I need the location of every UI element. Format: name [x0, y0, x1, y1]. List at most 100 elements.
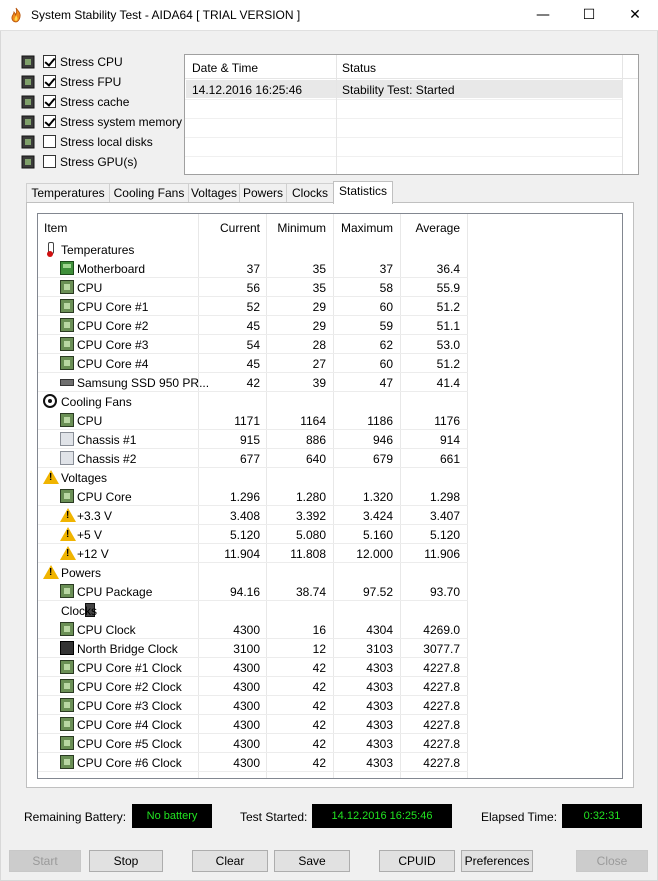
title-bar[interactable]: System Stability Test - AIDA64 [ TRIAL V…: [0, 0, 658, 31]
stress-checkbox[interactable]: [43, 55, 56, 68]
minimize-button[interactable]: —: [520, 0, 566, 30]
disk-icon: [20, 135, 36, 149]
minimum-value: 1.280: [295, 490, 326, 504]
minimum-value: 42: [312, 737, 326, 751]
table-row[interactable]: Chassis #1 915 886 946 914: [38, 430, 468, 449]
stress-option[interactable]: Stress CPU: [20, 52, 190, 72]
table-row[interactable]: Samsung SSD 950 PR... 42 39 47 41.4: [38, 373, 468, 392]
tab-temperatures[interactable]: Temperatures: [26, 183, 110, 203]
log-col-datetime[interactable]: Date & Time: [192, 61, 258, 75]
stop-button[interactable]: Stop: [89, 850, 163, 872]
sensor-name: CPU Core #1: [77, 300, 149, 314]
col-maximum[interactable]: Maximum: [333, 221, 393, 235]
table-row[interactable]: +5 V 5.120 5.080 5.160 5.120: [38, 525, 468, 544]
table-row[interactable]: Motherboard 37 35 37 36.4: [38, 259, 468, 278]
minimum-value: 35: [312, 262, 326, 276]
stress-checkbox[interactable]: [43, 95, 56, 108]
log-entry[interactable]: 14.12.2016 16:25:46 Stability Test: Star…: [186, 80, 623, 98]
current-value: 4300: [233, 756, 260, 770]
tab-cooling-fans[interactable]: Cooling Fans: [109, 183, 189, 203]
clear-button[interactable]: Clear: [192, 850, 268, 872]
table-row[interactable]: Chassis #2 677 640 679 661: [38, 449, 468, 468]
current-value: 4300: [233, 661, 260, 675]
table-row[interactable]: CPU Core #3 54 28 62 53.0: [38, 335, 468, 354]
cache-icon: [20, 95, 36, 109]
stress-option[interactable]: Stress local disks: [20, 132, 190, 152]
maximum-value: 60: [379, 300, 393, 314]
table-row[interactable]: +12 V 11.904 11.808 12.000 11.906: [38, 544, 468, 563]
stress-checkbox[interactable]: [43, 135, 56, 148]
sensor-name: Samsung SSD 950 PR...: [77, 376, 210, 390]
sensor-name: CPU Core #6 Clock: [77, 756, 182, 770]
table-row[interactable]: CPU Core #4 Clock 4300 42 4303 4227.8: [38, 715, 468, 734]
sensor-name: CPU Package: [77, 585, 153, 599]
table-row[interactable]: +3.3 V 3.408 3.392 3.424 3.407: [38, 506, 468, 525]
maximum-value: 1186: [367, 414, 393, 428]
tab-clocks[interactable]: Clocks: [286, 183, 334, 203]
current-value: 4300: [233, 623, 260, 637]
table-row[interactable]: CPU Core #2 45 29 59 51.1: [38, 316, 468, 335]
statistics-grid[interactable]: Item Current Minimum Maximum Average Tem…: [37, 213, 623, 779]
table-row[interactable]: CPU Core #2 Clock 4300 42 4303 4227.8: [38, 677, 468, 696]
preferences-button[interactable]: Preferences: [461, 850, 533, 872]
col-item[interactable]: Item: [44, 221, 67, 235]
log-column-divider: [336, 55, 337, 174]
stress-option[interactable]: Stress system memory: [20, 112, 190, 132]
table-row[interactable]: CPU Core #3 Clock 4300 42 4303 4227.8: [38, 696, 468, 715]
maximum-value: 12.000: [356, 547, 393, 561]
stress-option[interactable]: Stress GPU(s): [20, 152, 190, 172]
cpuid-button[interactable]: CPUID: [379, 850, 455, 872]
close-window-button[interactable]: ✕: [612, 0, 658, 30]
table-row[interactable]: CPU Core #6 Clock 4300 42 4303 4227.8: [38, 753, 468, 772]
maximize-button[interactable]: ☐: [566, 0, 612, 30]
current-value: 915: [239, 433, 260, 447]
current-value: 4300: [233, 699, 260, 713]
stress-checkbox[interactable]: [43, 155, 56, 168]
table-row[interactable]: CPU Core 1.296 1.280 1.320 1.298: [38, 487, 468, 506]
stress-option[interactable]: Stress cache: [20, 92, 190, 112]
tab-voltages[interactable]: Voltages: [188, 183, 240, 203]
group-row[interactable]: Voltages: [38, 468, 468, 487]
cpu-chip-icon: [20, 55, 36, 69]
test-started-label: Test Started:: [240, 810, 308, 824]
case-icon: [60, 432, 74, 446]
group-row[interactable]: Powers: [38, 563, 468, 582]
cpu-icon: [60, 660, 74, 674]
log-gridline: [185, 156, 622, 157]
close-button[interactable]: Close: [576, 850, 648, 872]
table-row[interactable]: North Bridge Clock 3100 12 3103 3077.7: [38, 639, 468, 658]
table-row[interactable]: CPU 1171 1164 1186 1176: [38, 411, 468, 430]
table-row[interactable]: CPU 56 35 58 55.9: [38, 278, 468, 297]
start-button[interactable]: Start: [9, 850, 81, 872]
table-row[interactable]: CPU Core #5 Clock 4300 42 4303 4227.8: [38, 734, 468, 753]
sensor-name: CPU Core #3 Clock: [77, 699, 182, 713]
col-current[interactable]: Current: [198, 221, 260, 235]
table-row[interactable]: CPU Core #1 52 29 60 51.2: [38, 297, 468, 316]
stress-checkbox[interactable]: [43, 75, 56, 88]
event-log[interactable]: Date & Time Status 14.12.2016 16:25:46 S…: [184, 54, 639, 175]
sensor-name: CPU Core #1 Clock: [77, 661, 182, 675]
save-button[interactable]: Save: [274, 850, 350, 872]
stress-option[interactable]: Stress FPU: [20, 72, 190, 92]
sensor-name: CPU Core #2: [77, 319, 149, 333]
col-minimum[interactable]: Minimum: [266, 221, 326, 235]
statistics-panel: Item Current Minimum Maximum Average Tem…: [26, 202, 634, 788]
tab-powers[interactable]: Powers: [239, 183, 287, 203]
battery-display: No battery: [132, 804, 212, 828]
cpu-icon: [60, 698, 74, 712]
table-row[interactable]: CPU Package 94.16 38.74 97.52 93.70: [38, 582, 468, 601]
log-col-status[interactable]: Status: [342, 61, 376, 75]
tab-statistics[interactable]: Statistics: [333, 181, 393, 204]
group-row[interactable]: Temperatures: [38, 240, 468, 259]
group-row[interactable]: Clocks: [38, 601, 468, 620]
table-row[interactable]: CPU Core #1 Clock 4300 42 4303 4227.8: [38, 658, 468, 677]
maximum-value: 4303: [366, 737, 393, 751]
col-average[interactable]: Average: [400, 221, 460, 235]
group-row[interactable]: Cooling Fans: [38, 392, 468, 411]
northbridge-icon: [60, 641, 74, 655]
table-row[interactable]: CPU Clock 4300 16 4304 4269.0: [38, 620, 468, 639]
maximum-value: 47: [379, 376, 393, 390]
current-value: 4300: [233, 737, 260, 751]
table-row[interactable]: CPU Core #4 45 27 60 51.2: [38, 354, 468, 373]
stress-checkbox[interactable]: [43, 115, 56, 128]
